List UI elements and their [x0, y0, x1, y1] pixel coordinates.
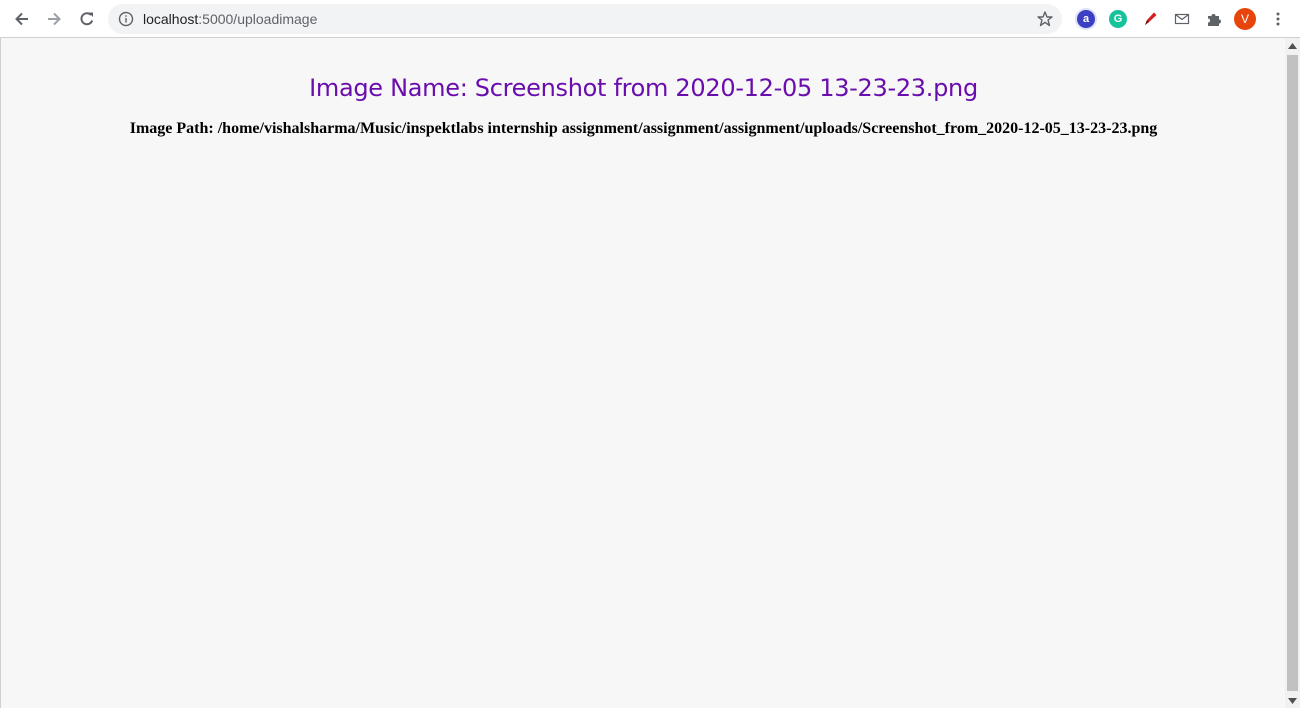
- grammarly-icon: G: [1109, 10, 1127, 28]
- star-icon[interactable]: [1036, 10, 1054, 28]
- red-pen-icon: [1145, 12, 1157, 25]
- envelope-icon: [1174, 13, 1190, 25]
- info-icon[interactable]: [118, 11, 134, 27]
- page-content: Image Name: Screenshot from 2020-12-05 1…: [0, 38, 1285, 708]
- url-text[interactable]: localhost:5000/uploadimage: [143, 11, 317, 27]
- scroll-down-button[interactable]: [1285, 693, 1300, 708]
- vertical-scrollbar[interactable]: [1285, 38, 1300, 708]
- address-bar[interactable]: localhost:5000/uploadimage: [108, 4, 1062, 34]
- mail-extension-button[interactable]: [1172, 9, 1192, 29]
- scroll-thumb[interactable]: [1287, 55, 1298, 691]
- extensions-button[interactable]: [1204, 9, 1224, 29]
- browser-menu-button[interactable]: [1268, 9, 1288, 29]
- extension-a-icon: a: [1077, 10, 1095, 28]
- url-host: localhost: [143, 11, 199, 27]
- profile-avatar[interactable]: V: [1234, 8, 1256, 30]
- extension-a-button[interactable]: a: [1076, 9, 1096, 29]
- scroll-up-button[interactable]: [1285, 38, 1300, 53]
- reload-button[interactable]: [72, 4, 102, 34]
- kebab-menu-icon: [1276, 12, 1280, 26]
- caret-up-icon: [1288, 42, 1297, 49]
- reload-icon: [80, 12, 94, 26]
- browser-toolbar: localhost:5000/uploadimage a G V: [0, 0, 1300, 38]
- back-button[interactable]: [7, 4, 37, 34]
- url-path: :5000/uploadimage: [198, 11, 318, 27]
- caret-down-icon: [1288, 697, 1297, 704]
- image-path-text: Image Path: /home/vishalsharma/Music/ins…: [129, 120, 1158, 137]
- puzzle-icon: [1208, 14, 1221, 26]
- grammarly-extension-button[interactable]: G: [1108, 9, 1128, 29]
- image-name-heading: Image Name: Screenshot from 2020-12-05 1…: [309, 74, 978, 102]
- forward-arrow-icon: [48, 12, 61, 26]
- forward-button[interactable]: [39, 4, 69, 34]
- pen-extension-button[interactable]: [1140, 9, 1160, 29]
- back-arrow-icon: [15, 12, 28, 26]
